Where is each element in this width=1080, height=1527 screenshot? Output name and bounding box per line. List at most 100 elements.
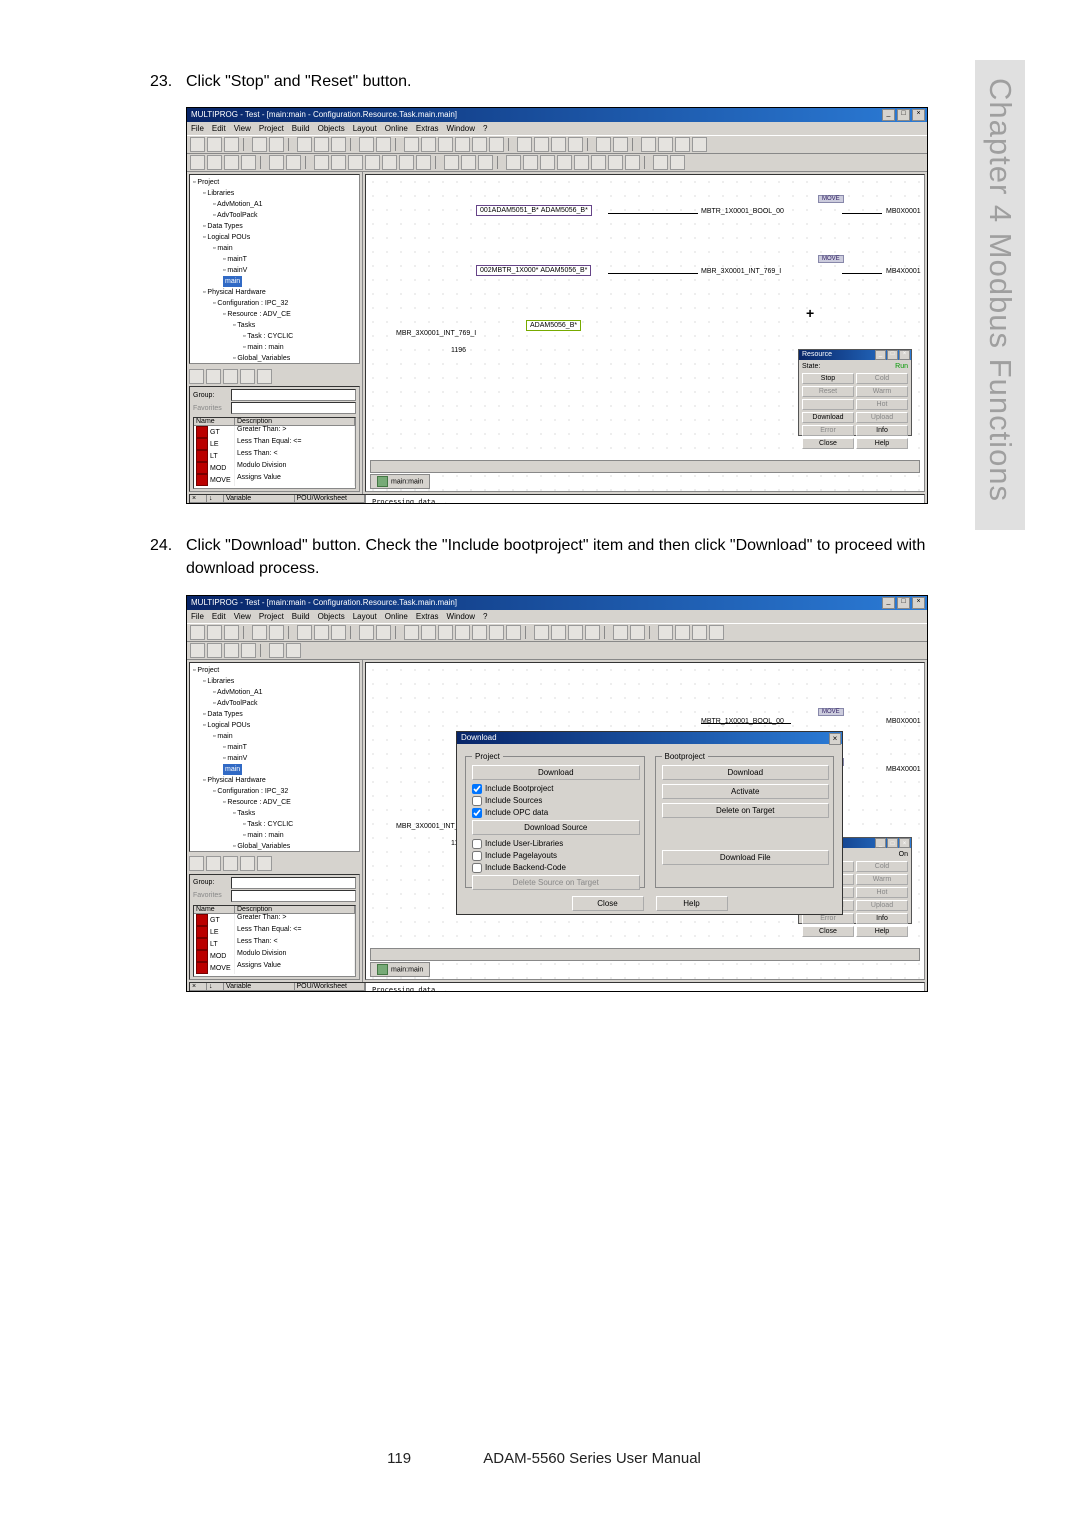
panel-max-icon[interactable]: □ [887, 350, 898, 360]
toolbar-icon[interactable] [540, 155, 555, 170]
tree-node[interactable]: ▫ Tasks [193, 320, 356, 331]
toolbar-icon[interactable] [404, 625, 419, 640]
tree-toolbar-icon[interactable] [206, 369, 221, 384]
toolbar-icon[interactable] [297, 137, 312, 152]
tree-node[interactable]: ▫ AdvMotion_A1 [193, 687, 356, 698]
toolbar-icon[interactable] [399, 155, 414, 170]
menu-objects[interactable]: Objects [318, 610, 345, 623]
resource-info-button[interactable]: Info [856, 425, 908, 436]
fbd-block[interactable]: ADAM5056_B* [526, 320, 581, 331]
toolbar-icon[interactable] [286, 643, 301, 658]
editor-tab[interactable]: main:main [370, 474, 430, 489]
toolbar-icon[interactable] [455, 625, 470, 640]
menubar[interactable]: File Edit View Project Build Objects Lay… [187, 122, 927, 136]
menu-build[interactable]: Build [292, 610, 310, 623]
toolbar-icon[interactable] [625, 155, 640, 170]
menu-file[interactable]: File [191, 122, 204, 135]
close-icon[interactable]: × [912, 109, 925, 121]
tree-node[interactable]: ▫ Resource : ADV_CE [193, 797, 356, 808]
include-pagelayouts-checkbox[interactable]: Include Pagelayouts [472, 851, 638, 861]
dialog-help-button[interactable]: Help [656, 896, 728, 911]
tree-toolbar-icon[interactable] [240, 369, 255, 384]
toolbar-icon[interactable] [568, 625, 583, 640]
toolbar-icon[interactable] [591, 155, 606, 170]
tree-node[interactable]: ▫ Libraries [193, 188, 356, 199]
panel-max-icon[interactable]: □ [887, 838, 898, 848]
resource-help-button[interactable]: Help [856, 438, 908, 449]
menu-online[interactable]: Online [385, 122, 408, 135]
resource-info-button[interactable]: Info [856, 913, 908, 924]
h-scrollbar[interactable] [370, 460, 920, 473]
menu-build[interactable]: Build [292, 122, 310, 135]
bp-download-button[interactable]: Download [662, 765, 830, 780]
menu-help[interactable]: ? [483, 610, 487, 623]
fb-row[interactable]: GTGreater Than: > [194, 914, 355, 926]
tree-node[interactable]: ▫ Resource : ADV_CE [193, 309, 356, 320]
minimize-icon[interactable]: _ [882, 597, 895, 609]
tree-node[interactable]: ▫ Physical Hardware [193, 775, 356, 786]
fbd-editor[interactable]: MBTR_1X0001_BOOL_00 MOVE MB0X0001 MBR_3X… [365, 662, 925, 980]
tree-node[interactable]: ▫ Data Types [193, 709, 356, 720]
toolbar-icon[interactable] [190, 643, 205, 658]
toolbar-icon[interactable] [224, 625, 239, 640]
menu-extras[interactable]: Extras [416, 610, 439, 623]
toolbar-icon[interactable] [241, 643, 256, 658]
tree-node[interactable]: ▫ Task : CYCLIC [193, 819, 356, 830]
fb-row[interactable]: MOVEAssigns Value [194, 962, 355, 974]
toolbar-icon[interactable] [523, 155, 538, 170]
include-sources-checkbox[interactable]: Include Sources [472, 796, 638, 806]
resource-stop-button[interactable]: Stop [802, 373, 854, 384]
fb-row[interactable]: LTLess Than: < [194, 450, 355, 462]
toolbar-icon[interactable] [596, 137, 611, 152]
variables-pane[interactable]: × ↓ Variable POU/Worksheet [190, 983, 366, 992]
dialog-close-icon[interactable]: × [829, 733, 841, 745]
tree-node[interactable]: ▫ Libraries [193, 676, 356, 687]
tree-node[interactable]: ▫ AdvToolPack [193, 698, 356, 709]
tree-node[interactable]: main [193, 276, 356, 287]
tree-toolbar-icon[interactable] [223, 369, 238, 384]
minimize-icon[interactable]: _ [882, 109, 895, 121]
tree-toolbar-icon[interactable] [189, 856, 204, 871]
menu-view[interactable]: View [234, 610, 251, 623]
toolbar-icon[interactable] [455, 137, 470, 152]
favorites-field[interactable] [231, 890, 356, 902]
tree-toolbar-icon[interactable] [223, 856, 238, 871]
menubar[interactable]: File Edit View Project Build Objects Lay… [187, 610, 927, 624]
toolbar-icon[interactable] [630, 625, 645, 640]
fb-grid[interactable]: Name Description GTGreater Than: >LELess… [193, 905, 356, 977]
toolbar-icon[interactable] [314, 155, 329, 170]
toolbar-icon[interactable] [670, 155, 685, 170]
toolbar-icon[interactable] [416, 155, 431, 170]
toolbar-icon[interactable] [478, 155, 493, 170]
toolbar-icon[interactable] [438, 625, 453, 640]
toolbar-icon[interactable] [692, 625, 707, 640]
menu-window[interactable]: Window [447, 610, 475, 623]
tree-node[interactable]: ▫ Physical Hardware [193, 287, 356, 298]
maximize-icon[interactable]: □ [897, 109, 910, 121]
toolbar-icon[interactable] [190, 137, 205, 152]
toolbar-icon[interactable] [489, 137, 504, 152]
toolbar-icon[interactable] [269, 625, 284, 640]
tree-node[interactable]: ▫ Data Types [193, 221, 356, 232]
toolbar-icon[interactable] [472, 137, 487, 152]
toolbar-icon[interactable] [252, 137, 267, 152]
toolbar-icon[interactable] [489, 625, 504, 640]
toolbar-icon[interactable] [376, 137, 391, 152]
toolbar-icon[interactable] [608, 155, 623, 170]
toolbar-icon[interactable] [506, 155, 521, 170]
tree-toolbar-icon[interactable] [257, 369, 272, 384]
download-source-button[interactable]: Download Source [472, 820, 640, 835]
fb-row[interactable]: LTLess Than: < [194, 938, 355, 950]
include-userlib-checkbox[interactable]: Include User-Libraries [472, 839, 638, 849]
toolbar-icon[interactable] [269, 643, 284, 658]
toolbar-icon[interactable] [585, 625, 600, 640]
toolbar-icon[interactable] [574, 155, 589, 170]
panel-min-icon[interactable]: _ [875, 838, 886, 848]
toolbar-icon[interactable] [269, 155, 284, 170]
maximize-icon[interactable]: □ [897, 597, 910, 609]
toolbar-icon[interactable] [613, 137, 628, 152]
toolbar-icon[interactable] [534, 625, 549, 640]
panel-close-icon[interactable]: × [899, 838, 910, 848]
toolbar-icon[interactable] [252, 625, 267, 640]
fbd-block[interactable]: 001ADAM5051_B* ADAM5056_B* [476, 205, 592, 216]
